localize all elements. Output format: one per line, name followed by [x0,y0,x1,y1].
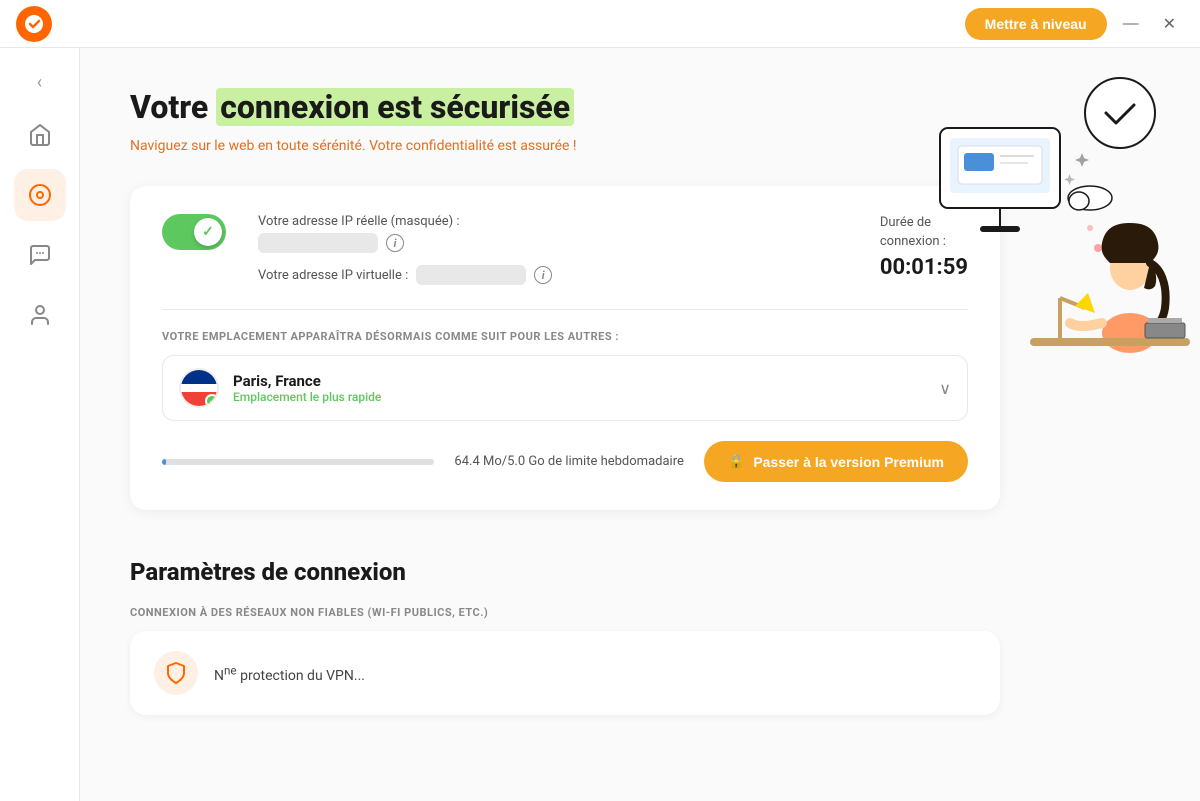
ip-virtual-label: Votre adresse IP virtuelle : [258,268,408,283]
toggle-container: ✓ [162,214,226,250]
progress-bar-fill [162,459,166,465]
premium-button[interactable]: 🔒 Passer à la version Premium [704,441,968,482]
toggle-knob: ✓ [194,218,222,246]
premium-label: Passer à la version Premium [753,454,944,470]
app-logo [16,6,52,42]
page-title: Votre connexion est sécurisée [130,88,1150,126]
content-area: Votre connexion est sécurisée Naviguez s… [80,48,1200,801]
ip-real-row: i [258,233,848,253]
ip-real-label: Votre adresse IP réelle (masquée) : [258,214,848,229]
chevron-down-icon: ∨ [939,379,951,398]
ip-row: ✓ Votre adresse IP réelle (masquée) : i … [162,214,968,285]
titlebar-right: Mettre à niveau — ✕ [965,8,1184,40]
flag-white [181,384,217,392]
flag-green-badge: ✓ [205,394,219,408]
location-text: Paris, France Emplacement le plus rapide [233,372,925,404]
subtitle: Naviguez sur le web en toute sérénité. V… [130,138,1150,154]
ip-virtual-row: Votre adresse IP virtuelle : i [258,265,848,285]
sidebar-item-home[interactable] [14,109,66,161]
main-layout: ‹ [0,48,1200,801]
progress-bar-container [162,459,434,465]
settings-card: Nne protection du VPN... [130,631,1000,715]
progress-row: 64.4 Mo/5.0 Go de limite hebdomadaire 🔒 … [162,441,968,482]
progress-label: 64.4 Mo/5.0 Go de limite hebdomadaire [454,454,683,469]
sidebar-item-user[interactable] [14,289,66,341]
location-sub: Emplacement le plus rapide [233,390,925,404]
ip-real-masked [258,233,378,253]
minimize-button[interactable]: — [1115,11,1147,37]
settings-title: Paramètres de connexion [130,558,1150,586]
back-button[interactable]: ‹ [29,64,50,101]
settings-card-icon [154,651,198,695]
location-selector[interactable]: ✓ Paris, France Emplacement le plus rapi… [162,355,968,421]
card-divider [162,309,968,310]
sidebar-item-vpn[interactable] [14,169,66,221]
connection-card: ✓ Votre adresse IP réelle (masquée) : i … [130,186,1000,510]
location-name: Paris, France [233,372,925,390]
close-button[interactable]: ✕ [1155,10,1184,38]
flag-blue [181,370,217,384]
lock-icon: 🔒 [728,453,745,470]
duration-label: Durée deconnexion : [880,214,968,250]
duration-time: 00:01:59 [880,255,968,280]
ip-info: Votre adresse IP réelle (masquée) : i Vo… [258,214,848,285]
duration-box: Durée deconnexion : 00:01:59 [880,214,968,279]
ip-real-info-icon[interactable]: i [386,234,404,252]
title-highlight: connexion est sécurisée [216,88,574,126]
vpn-toggle[interactable]: ✓ [162,214,226,250]
settings-section-label: CONNEXION À DES RÉSEAUX NON FIABLES (WI-… [130,606,1150,619]
upgrade-button[interactable]: Mettre à niveau [965,8,1107,40]
titlebar-left [16,6,52,42]
ip-virtual-info-icon[interactable]: i [534,266,552,284]
settings-card-text: Nne protection du VPN... [214,663,365,684]
sidebar-item-chat[interactable] [14,229,66,281]
sidebar: ‹ [0,48,80,801]
france-flag: ✓ [179,368,219,408]
check-icon: ✓ [202,224,214,240]
settings-card-description: Nne protection du VPN... [214,668,365,684]
location-section-label: VOTRE EMPLACEMENT APPARAÎTRA DÉSORMAIS C… [162,330,968,343]
title-before: Votre [130,88,216,126]
ip-virtual-masked [416,265,526,285]
titlebar: Mettre à niveau — ✕ [0,0,1200,48]
